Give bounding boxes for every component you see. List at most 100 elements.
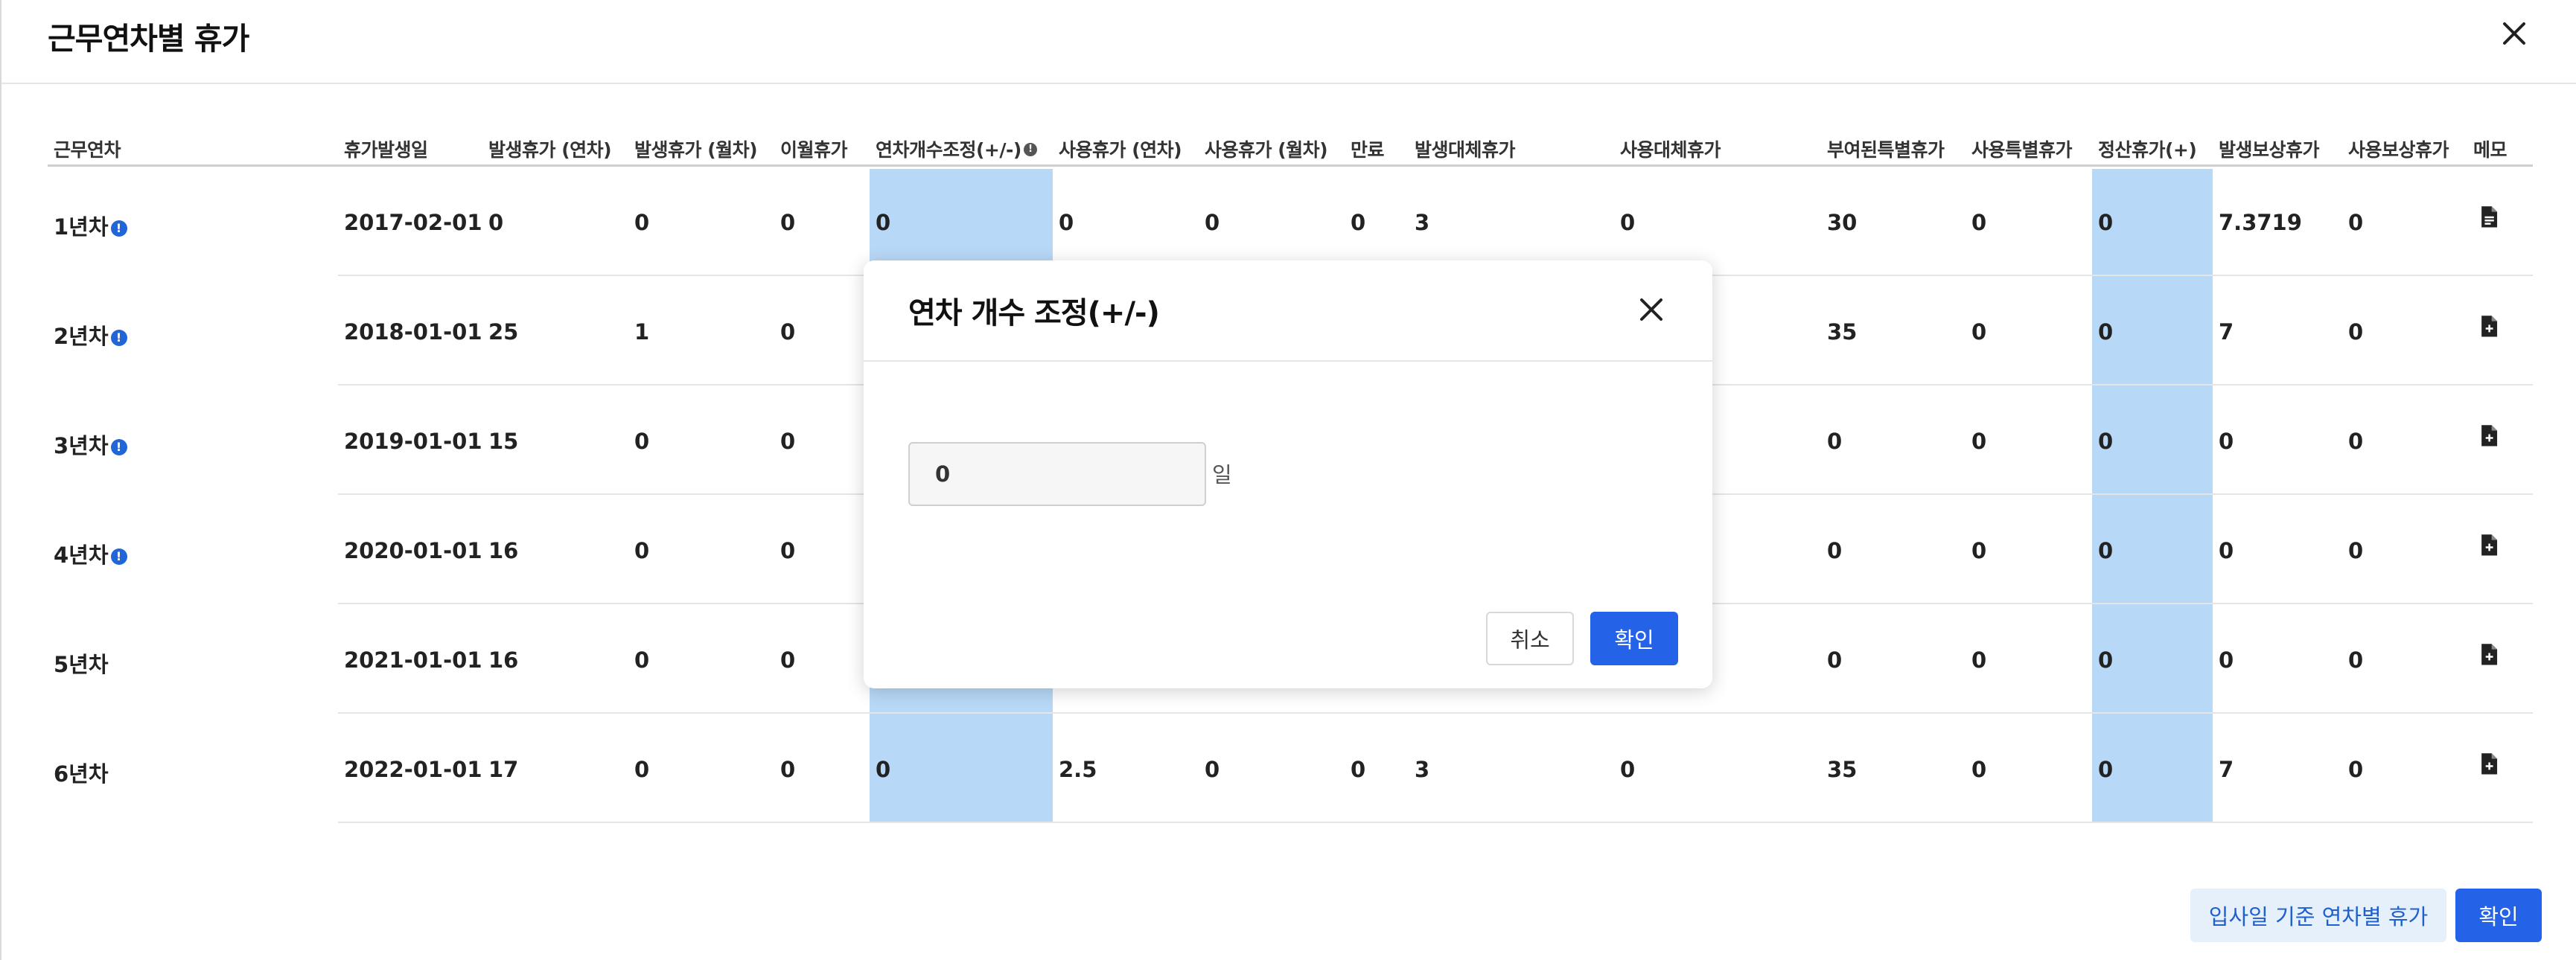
table-cell: 0	[1971, 647, 1987, 673]
table-cell: 0	[1971, 210, 1987, 235]
table-cell: 0	[2348, 210, 2364, 235]
dialog-header: 근무연차별 휴가	[1, 0, 2576, 84]
table-cell: 0	[1971, 319, 1987, 345]
table-cell: 0	[2098, 319, 2114, 345]
table-cell: 35	[1827, 319, 1858, 345]
row-divider	[338, 822, 2533, 823]
adjust-count-cell[interactable]: 0	[876, 210, 890, 235]
table-cell: 0	[1059, 210, 1074, 235]
info-icon[interactable]: !	[1023, 143, 1037, 156]
year-cell: 3년차!	[54, 429, 127, 460]
table-cell: 3	[1415, 757, 1430, 782]
table-cell: 0	[780, 647, 796, 673]
table-cell: 2021-01-01	[344, 647, 482, 673]
table-cell: 0	[634, 757, 650, 782]
table-cell: 0	[2098, 210, 2114, 235]
add-document-icon[interactable]	[2478, 534, 2500, 557]
column-header: 발생휴가 (연차)	[488, 139, 612, 161]
modal-close-button[interactable]	[1630, 289, 1672, 330]
modal-title: 연차 개수 조정(+/-)	[908, 296, 1160, 330]
column-header: 사용보상휴가	[2348, 139, 2449, 161]
table-cell: 0	[780, 757, 796, 782]
table-cell: 0	[1971, 429, 1987, 454]
dialog-title: 근무연차별 휴가	[48, 21, 249, 57]
table-cell: 0	[2098, 429, 2114, 454]
column-header: 발생대체휴가	[1415, 139, 1516, 161]
cancel-button[interactable]: 취소	[1486, 612, 1574, 665]
table-row: 6년차 2022-01-01 17 0 0 0 2.5 0 0 3 0 35 0 0 7 0	[48, 714, 2533, 823]
dialog-confirm-button[interactable]: 확인	[2455, 889, 2542, 942]
year-cell: 1년차!	[54, 210, 127, 241]
column-header: 사용특별휴가	[1971, 139, 2073, 161]
year-cell: 5년차	[54, 652, 109, 677]
info-icon[interactable]: !	[110, 439, 127, 455]
table-header: 근무연차 휴가발생일 발생휴가 (연차) 발생휴가 (월차) 이월휴가 연차개수조정(+/…	[48, 127, 2533, 167]
ok-button[interactable]: 확인	[1590, 612, 1678, 665]
column-header: 휴가발생일	[344, 139, 428, 161]
column-header: 메모	[2473, 139, 2508, 161]
table-cell: 0	[2098, 647, 2114, 673]
table-cell: 0	[1827, 647, 1843, 673]
table-cell: 0	[2348, 647, 2364, 673]
hire-date-leave-button[interactable]: 입사일 기준 연차별 휴가	[2190, 889, 2446, 942]
table-cell: 3	[1415, 210, 1430, 235]
modal-header: 연차 개수 조정(+/-)	[864, 260, 1712, 362]
document-icon[interactable]	[2478, 205, 2500, 229]
add-document-icon[interactable]	[2478, 752, 2500, 776]
table-cell: 16	[488, 647, 519, 673]
year-cell: 4년차!	[54, 538, 127, 569]
table-cell: 0	[634, 429, 650, 454]
table-row: 1년차! 2017-02-01 0 0 0 0 0 0 0 3 0 30 0 0 7.3719 0	[48, 167, 2533, 276]
table-cell: 0	[1351, 757, 1366, 782]
table-cell: 0	[1827, 429, 1843, 454]
close-icon	[1640, 298, 1662, 321]
table-cell: 0	[780, 210, 796, 235]
column-header: 만료	[1351, 139, 1385, 161]
info-icon[interactable]: !	[110, 330, 127, 346]
table-cell: 0	[2348, 319, 2364, 345]
add-document-icon[interactable]	[2478, 315, 2500, 339]
table-cell: 0	[1205, 210, 1220, 235]
table-cell: 0	[780, 538, 796, 563]
table-cell: 17	[488, 757, 519, 782]
table-cell: 0	[634, 538, 650, 563]
dialog-close-button[interactable]	[2496, 15, 2533, 52]
column-header: 사용휴가 (연차)	[1059, 139, 1182, 161]
table-cell: 0	[2348, 429, 2364, 454]
table-cell: 2017-02-01	[344, 210, 482, 235]
close-icon	[2503, 22, 2525, 45]
table-cell: 7	[2219, 319, 2234, 345]
table-cell: 2.5	[1059, 757, 1097, 782]
table-cell: 0	[1351, 210, 1366, 235]
column-header: 발생보상휴가	[2219, 139, 2320, 161]
table-cell: 0	[1620, 757, 1636, 782]
table-cell: 16	[488, 538, 519, 563]
column-header: 사용대체휴가	[1620, 139, 1721, 161]
table-cell: 35	[1827, 757, 1858, 782]
adjust-count-input[interactable]	[908, 442, 1206, 506]
column-header: 정산휴가(+)	[2098, 139, 2197, 161]
column-header: 사용휴가 (월차)	[1205, 139, 1328, 161]
table-cell: 2022-01-01	[344, 757, 482, 782]
column-header: 근무연차	[54, 139, 121, 161]
info-icon[interactable]: !	[110, 548, 127, 565]
column-header: 발생휴가 (월차)	[634, 139, 758, 161]
table-cell: 0	[2219, 647, 2234, 673]
table-cell: 0	[780, 319, 796, 345]
table-cell: 0	[2098, 757, 2114, 782]
table-cell: 0	[1971, 538, 1987, 563]
table-cell: 0	[780, 429, 796, 454]
table-cell: 2020-01-01	[344, 538, 482, 563]
info-icon[interactable]: !	[110, 220, 127, 237]
table-cell: 0	[2219, 538, 2234, 563]
unit-label: 일	[1212, 462, 1232, 487]
adjust-count-cell[interactable]: 0	[876, 757, 890, 782]
column-header: 부여된특별휴가	[1827, 139, 1945, 161]
table-cell: 15	[488, 429, 519, 454]
table-cell: 25	[488, 319, 519, 345]
table-cell: 7	[2219, 757, 2234, 782]
column-header: 이월휴가	[780, 139, 848, 161]
add-document-icon[interactable]	[2478, 424, 2500, 448]
table-cell: 1	[634, 319, 650, 345]
add-document-icon[interactable]	[2478, 643, 2500, 667]
